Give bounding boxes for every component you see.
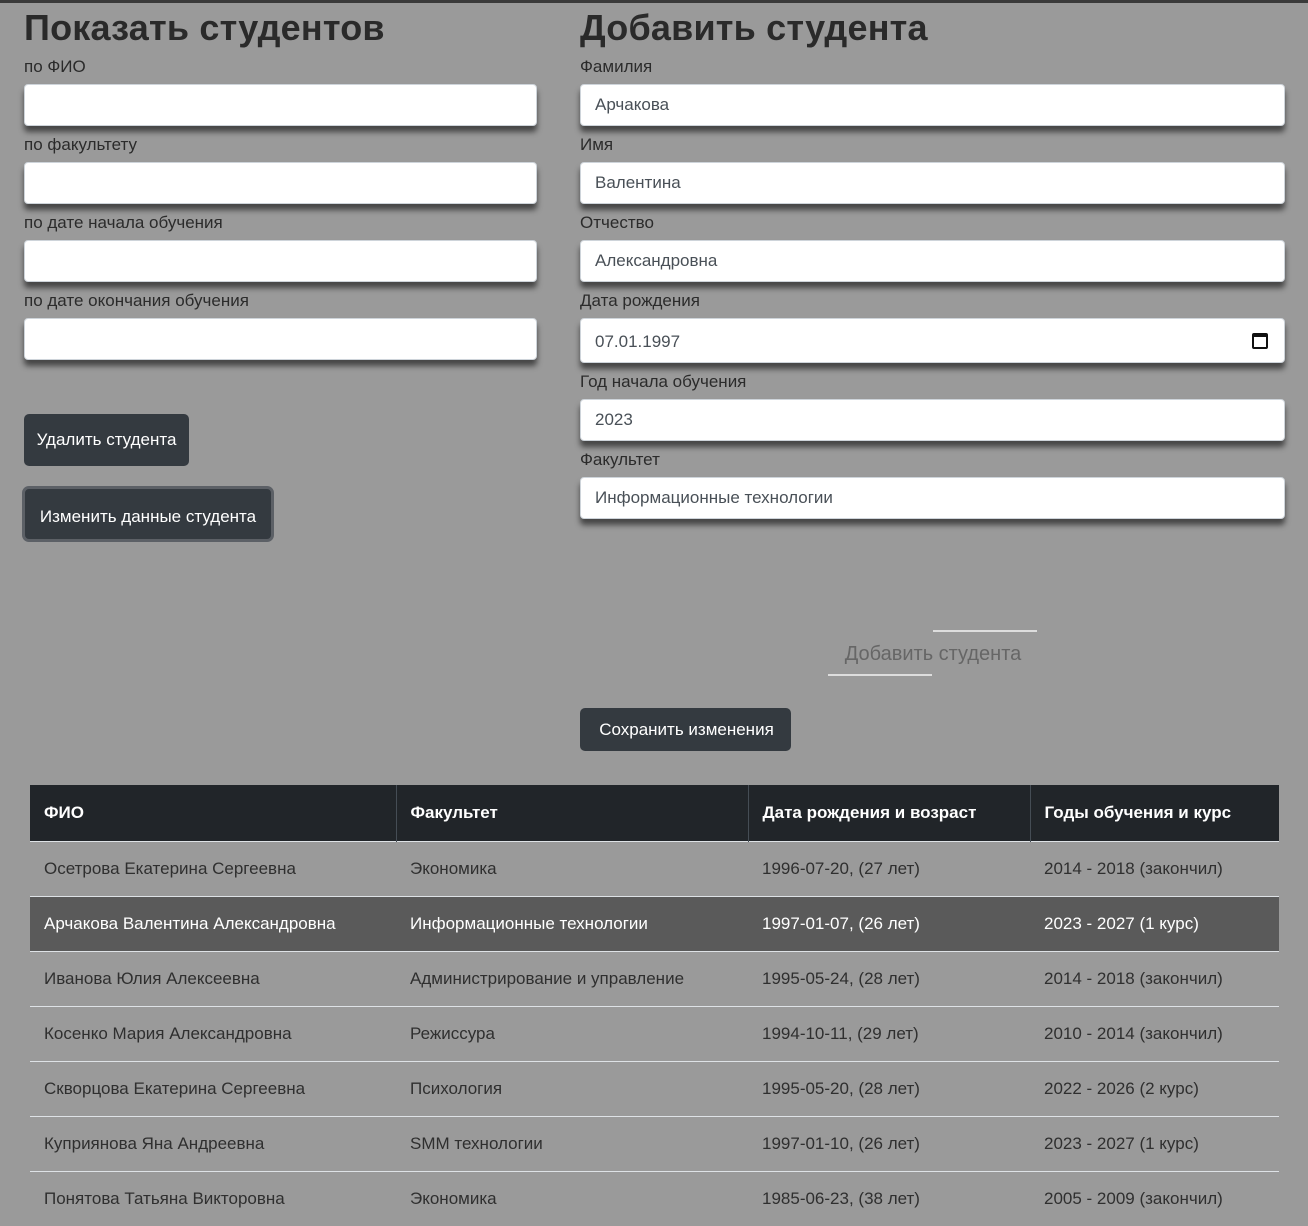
cell-fio: Скворцова Екатерина Сергеевна xyxy=(30,1060,396,1116)
save-changes-button[interactable]: Сохранить изменения xyxy=(580,708,791,751)
birthdate-input[interactable]: 07.01.1997 xyxy=(580,318,1285,363)
surname-label: Фамилия xyxy=(580,57,653,76)
name-label: Имя xyxy=(580,135,614,154)
cell-years: 2023 - 2027 (1 курс) xyxy=(1030,1115,1279,1171)
add-student-form: Добавить студента Фамилия Имя Отчество Д… xyxy=(580,6,1285,525)
cell-faculty: Администрирование и управление xyxy=(396,950,748,1006)
table-row[interactable]: Куприянова Яна Андреевна SMM технологии 19… xyxy=(30,1115,1279,1171)
cell-fio: Осетрова Екатерина Сергеевна xyxy=(30,840,396,896)
end-date-filter-label: по дате окончания обучения xyxy=(24,291,249,310)
cell-faculty: Экономика xyxy=(396,1170,748,1226)
cell-birthdate: 1985-06-23, (38 лет) xyxy=(748,1170,1030,1226)
cell-birthdate: 1995-05-20, (28 лет) xyxy=(748,1060,1030,1116)
faculty-input[interactable] xyxy=(580,477,1285,519)
top-border xyxy=(0,0,1308,3)
table-header-row: ФИО Факультет Дата рождения и возраст Го… xyxy=(30,785,1279,841)
end-date-filter-input[interactable] xyxy=(24,318,537,360)
table-row[interactable]: Понятова Татьяна Викторовна Экономика 1985… xyxy=(30,1170,1279,1226)
start-year-label: Год начала обучения xyxy=(580,372,747,391)
header-birthdate[interactable]: Дата рождения и возраст xyxy=(748,785,1031,841)
cell-birthdate: 1997-01-10, (26 лет) xyxy=(748,1115,1030,1171)
cell-birthdate: 1996-07-20, (27 лет) xyxy=(748,840,1030,896)
cell-birthdate: 1995-05-24, (28 лет) xyxy=(748,950,1030,1006)
cell-fio: Иванова Юлия Алексеевна xyxy=(30,950,396,1006)
cell-faculty: Информационные технологии xyxy=(396,895,748,951)
fio-filter-label: по ФИО xyxy=(24,57,86,76)
cell-birthdate: 1997-01-07, (26 лет) xyxy=(748,895,1030,951)
header-faculty[interactable]: Факультет xyxy=(396,785,749,841)
cell-faculty: Психология xyxy=(396,1060,748,1116)
table-row[interactable]: Осетрова Екатерина Сергеевна Экономика 199… xyxy=(30,840,1279,896)
table-row[interactable]: Арчакова Валентина Александровна Информац… xyxy=(30,895,1279,951)
cell-years: 2023 - 2027 (1 курс) xyxy=(1030,895,1279,951)
add-student-label: Добавить студента xyxy=(844,643,1022,665)
delete-student-button[interactable]: Удалить студента xyxy=(24,414,189,466)
table-row[interactable]: Косенко Мария Александровна Режиссура 1994… xyxy=(30,1005,1279,1061)
start-date-filter-input[interactable] xyxy=(24,240,537,282)
patronymic-input[interactable] xyxy=(580,240,1285,282)
cell-faculty: Режиссура xyxy=(396,1005,748,1061)
table-row[interactable]: Скворцова Екатерина Сергеевна Психология 1… xyxy=(30,1060,1279,1116)
name-input[interactable] xyxy=(580,162,1285,204)
cell-birthdate: 1994-10-11, (29 лет) xyxy=(748,1005,1030,1061)
birthdate-value: 07.01.1997 xyxy=(595,332,681,351)
add-title: Добавить студента xyxy=(580,7,928,48)
add-button-bottom-line xyxy=(828,674,932,676)
cell-faculty: Экономика xyxy=(396,840,748,896)
cell-fio: Арчакова Валентина Александровна xyxy=(30,895,396,951)
start-year-input[interactable] xyxy=(580,399,1285,441)
header-years[interactable]: Годы обучения и курс xyxy=(1030,785,1279,841)
faculty-filter-label: по факультету xyxy=(24,135,137,154)
faculty-label: Факультет xyxy=(580,450,660,469)
cell-faculty: SMM технологии xyxy=(396,1115,748,1171)
cell-fio: Косенко Мария Александровна xyxy=(30,1005,396,1061)
cell-fio: Понятова Татьяна Викторовна xyxy=(30,1170,396,1226)
surname-input[interactable] xyxy=(580,84,1285,126)
cell-years: 2022 - 2026 (2 курс) xyxy=(1030,1060,1279,1116)
patronymic-label: Отчество xyxy=(580,213,654,232)
header-fio[interactable]: ФИО xyxy=(30,785,397,841)
faculty-filter-input[interactable] xyxy=(24,162,537,204)
start-date-filter-label: по дате начала обучения xyxy=(24,213,223,232)
students-table: ФИО Факультет Дата рождения и возраст Го… xyxy=(30,785,1279,1226)
search-title: Показать студентов xyxy=(24,7,385,48)
search-panel: Показать студентов по ФИО по факультету … xyxy=(24,6,537,366)
cell-years: 2010 - 2014 (закончил) xyxy=(1030,1005,1279,1061)
cell-fio: Куприянова Яна Андреевна xyxy=(30,1115,396,1171)
fio-filter-input[interactable] xyxy=(24,84,537,126)
birthdate-label: Дата рождения xyxy=(580,291,700,310)
cell-years: 2005 - 2009 (закончил) xyxy=(1030,1170,1279,1226)
cell-years: 2014 - 2018 (закончил) xyxy=(1030,840,1279,896)
edit-student-button[interactable]: Изменить данные студента xyxy=(22,486,274,542)
cell-years: 2014 - 2018 (закончил) xyxy=(1030,950,1279,1006)
add-student-button[interactable]: Добавить студента xyxy=(828,630,1038,676)
table-row[interactable]: Иванова Юлия Алексеевна Администрирование… xyxy=(30,950,1279,1006)
calendar-icon[interactable] xyxy=(1252,333,1268,349)
